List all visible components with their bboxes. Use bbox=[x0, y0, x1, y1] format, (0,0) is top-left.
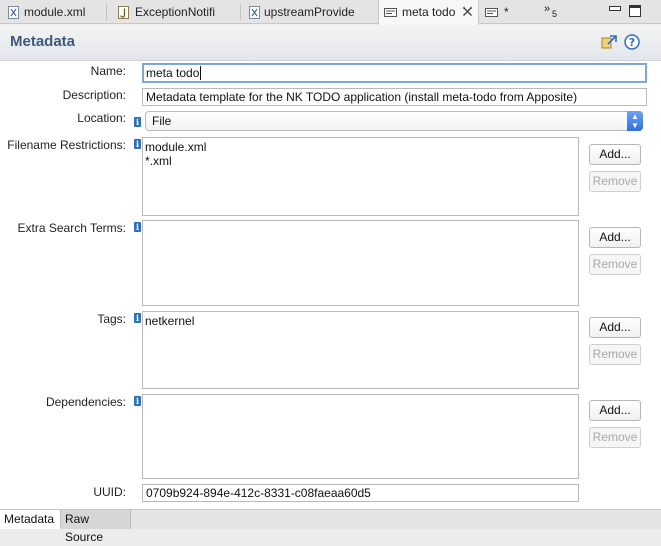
filename-remove-button[interactable]: Remove bbox=[589, 171, 641, 192]
location-select[interactable]: File ▲ ▼ bbox=[145, 111, 643, 131]
uuid-label: UUID: bbox=[93, 485, 126, 499]
filename-line: module.xml bbox=[145, 140, 207, 154]
overflow-chevron-icon: » bbox=[544, 3, 551, 15]
xml-file-icon bbox=[249, 6, 260, 19]
help-icon[interactable]: ? bbox=[624, 34, 640, 50]
tab-unsaved[interactable]: * bbox=[482, 0, 522, 24]
name-label: Name: bbox=[90, 64, 126, 78]
page-title: Metadata bbox=[10, 33, 76, 50]
filename-add-button[interactable]: Add... bbox=[589, 144, 641, 165]
text-caret bbox=[200, 66, 202, 80]
tab-label: meta todo bbox=[402, 5, 456, 19]
dependencies-add-button[interactable]: Add... bbox=[589, 400, 641, 421]
tags-label: Tags: bbox=[97, 312, 126, 326]
svg-text:?: ? bbox=[629, 36, 635, 49]
dependencies-label: Dependencies: bbox=[45, 395, 126, 409]
description-input[interactable]: Metadata template for the NK TODO applic… bbox=[142, 88, 647, 106]
metadata-editor-icon bbox=[485, 8, 498, 17]
filename-line: *.xml bbox=[145, 154, 172, 168]
description-label: Description: bbox=[62, 88, 126, 102]
tab-label: upstreamProvide bbox=[264, 5, 355, 19]
editor-tab-bar: module.xml ExceptionNotifi upstreamProvi… bbox=[0, 0, 661, 25]
chevron-updown-icon: ▲ ▼ bbox=[627, 111, 643, 131]
overflow-count: 5 bbox=[552, 9, 558, 19]
metadata-editor-icon bbox=[384, 8, 397, 17]
info-icon: i bbox=[134, 117, 141, 127]
tab-label: ExceptionNotifi bbox=[135, 5, 216, 19]
maximize-icon[interactable] bbox=[629, 5, 641, 17]
extra-search-add-button[interactable]: Add... bbox=[589, 227, 641, 248]
filename-restrictions-textarea[interactable]: module.xml *.xml bbox=[142, 137, 579, 216]
tab-separator bbox=[106, 4, 107, 20]
editor-page-tabs: Metadata Raw Source bbox=[0, 509, 661, 544]
form-header: Metadata ? bbox=[0, 25, 661, 61]
tags-textarea[interactable]: netkernel bbox=[142, 311, 579, 389]
tab-label: Raw Source bbox=[65, 512, 104, 544]
tab-separator bbox=[240, 4, 241, 20]
info-icon: i bbox=[134, 313, 141, 323]
filename-restrictions-label: Filename Restrictions: bbox=[7, 138, 126, 152]
close-icon[interactable] bbox=[462, 6, 473, 17]
dependencies-textarea[interactable] bbox=[142, 394, 579, 479]
java-file-icon bbox=[118, 6, 129, 19]
description-value: Metadata template for the NK TODO applic… bbox=[146, 90, 578, 104]
name-value: meta todo bbox=[146, 66, 200, 80]
extra-search-terms-textarea[interactable] bbox=[142, 220, 579, 306]
location-value: File bbox=[152, 114, 172, 128]
export-icon[interactable] bbox=[601, 34, 618, 50]
uuid-input[interactable]: 0709b924-894e-412c-8331-c08faeaa60d5 bbox=[142, 484, 579, 502]
dependencies-remove-button[interactable]: Remove bbox=[589, 427, 641, 448]
tab-label: Metadata bbox=[4, 512, 55, 526]
tags-add-button[interactable]: Add... bbox=[589, 317, 641, 338]
tab-module-xml[interactable]: module.xml bbox=[0, 0, 104, 24]
info-icon: i bbox=[134, 222, 141, 232]
tab-exceptionnotifier[interactable]: ExceptionNotifi bbox=[110, 0, 238, 24]
tags-remove-button[interactable]: Remove bbox=[589, 344, 641, 365]
tab-raw-source[interactable]: Raw Source bbox=[61, 510, 131, 544]
metadata-editor: Metadata ? Name: meta todo Description: … bbox=[0, 25, 661, 509]
tab-label: module.xml bbox=[24, 5, 86, 19]
xml-file-icon bbox=[8, 6, 19, 19]
tab-upstreamprovider[interactable]: upstreamProvide bbox=[244, 0, 374, 24]
tab-overflow-menu[interactable]: » 5 bbox=[540, 0, 564, 24]
info-icon: i bbox=[134, 139, 141, 149]
info-icon: i bbox=[134, 396, 141, 406]
name-input[interactable]: meta todo bbox=[142, 63, 647, 83]
uuid-value: 0709b924-894e-412c-8331-c08faeaa60d5 bbox=[146, 486, 371, 500]
location-label: Location: bbox=[77, 111, 126, 125]
tab-label: * bbox=[504, 5, 509, 19]
minimize-icon[interactable] bbox=[609, 6, 621, 18]
tab-metadata[interactable]: Metadata bbox=[0, 510, 61, 529]
extra-search-remove-button[interactable]: Remove bbox=[589, 254, 641, 275]
tag-line: netkernel bbox=[145, 314, 195, 328]
tab-meta-todo[interactable]: meta todo bbox=[378, 0, 479, 25]
extra-search-terms-label: Extra Search Terms: bbox=[17, 221, 126, 235]
